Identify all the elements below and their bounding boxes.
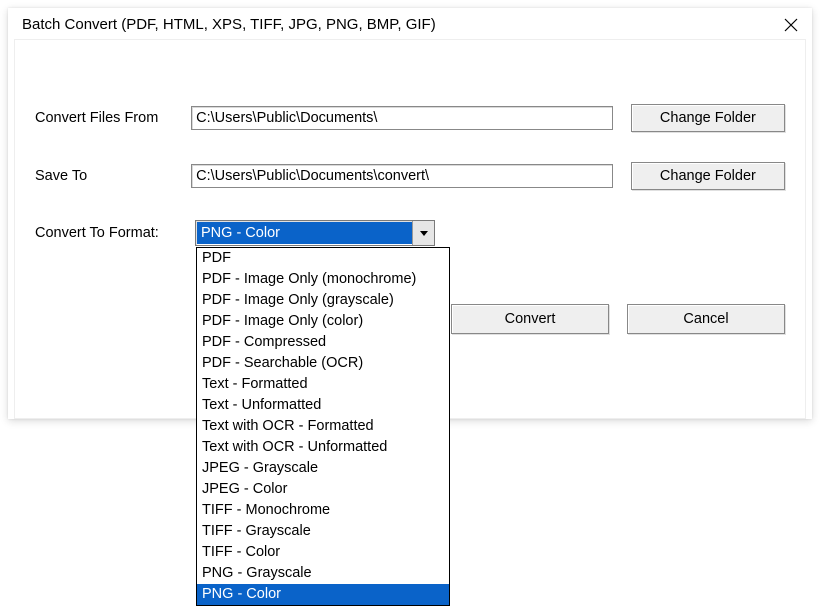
dropdown-item[interactable]: PDF - Compressed (197, 332, 449, 353)
dropdown-item[interactable]: TIFF - Color (197, 542, 449, 563)
cancel-button[interactable]: Cancel (627, 304, 785, 334)
dropdown-item[interactable]: PDF - Searchable (OCR) (197, 353, 449, 374)
save-to-row: Save To Change Folder (35, 162, 785, 190)
save-to-label: Save To (35, 168, 191, 184)
save-to-field[interactable] (191, 164, 613, 188)
format-row: Convert To Format: PNG - Color PDFPDF - … (35, 220, 785, 246)
dropdown-item[interactable]: PDF - Image Only (color) (197, 311, 449, 332)
format-combo-value: PNG - Color (197, 222, 412, 244)
convert-from-row: Convert Files From Change Folder (35, 104, 785, 132)
dropdown-item[interactable]: JPEG - Color (197, 479, 449, 500)
change-folder-from-button[interactable]: Change Folder (631, 104, 785, 132)
format-label: Convert To Format: (35, 225, 195, 241)
chevron-down-icon[interactable] (412, 221, 434, 245)
window-title: Batch Convert (PDF, HTML, XPS, TIFF, JPG… (22, 16, 436, 33)
dropdown-item[interactable]: PDF (197, 248, 449, 269)
dropdown-item[interactable]: PDF - Image Only (monochrome) (197, 269, 449, 290)
close-icon[interactable] (784, 18, 798, 32)
change-folder-to-button[interactable]: Change Folder (631, 162, 785, 190)
format-dropdown-list[interactable]: PDFPDF - Image Only (monochrome)PDF - Im… (196, 247, 450, 606)
format-combo[interactable]: PNG - Color PDFPDF - Image Only (monochr… (195, 220, 435, 246)
dropdown-item[interactable]: PDF - Image Only (grayscale) (197, 290, 449, 311)
dropdown-item[interactable]: Text - Unformatted (197, 395, 449, 416)
action-button-row: Convert Cancel (451, 304, 785, 334)
dropdown-item[interactable]: JPEG - Grayscale (197, 458, 449, 479)
dropdown-item[interactable]: Text with OCR - Unformatted (197, 437, 449, 458)
dropdown-item[interactable]: TIFF - Grayscale (197, 521, 449, 542)
convert-from-field[interactable] (191, 106, 613, 130)
dropdown-item[interactable]: Text - Formatted (197, 374, 449, 395)
dropdown-item[interactable]: TIFF - Monochrome (197, 500, 449, 521)
dropdown-item[interactable]: PNG - Grayscale (197, 563, 449, 584)
dropdown-item[interactable]: Text with OCR - Formatted (197, 416, 449, 437)
convert-from-label: Convert Files From (35, 110, 191, 126)
titlebar: Batch Convert (PDF, HTML, XPS, TIFF, JPG… (8, 8, 812, 39)
dialog-body: Convert Files From Change Folder Save To… (14, 39, 806, 419)
convert-button[interactable]: Convert (451, 304, 609, 334)
dropdown-item[interactable]: PNG - Color (197, 584, 449, 605)
dialog-window: Batch Convert (PDF, HTML, XPS, TIFF, JPG… (8, 8, 812, 419)
